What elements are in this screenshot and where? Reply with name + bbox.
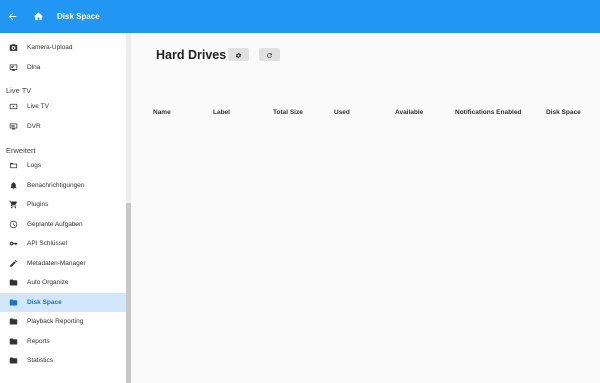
bell-icon	[8, 180, 19, 191]
column-header-disk-space[interactable]: Disk Space	[546, 109, 581, 116]
sidebar-item-label: DVR	[27, 123, 41, 130]
sidebar-item-dlna[interactable]: Dlna	[0, 58, 126, 77]
refresh-icon	[266, 46, 273, 64]
sidebar-item-statistics[interactable]: Statistics	[0, 351, 126, 370]
dvr-icon	[8, 121, 19, 132]
page-title: Hard Drives	[156, 48, 227, 62]
folder-icon	[8, 336, 19, 347]
sidebar-item-auto-organize[interactable]: Auto Organize	[0, 273, 126, 292]
folder-icon	[8, 297, 19, 308]
top-app-bar: Disk Space	[0, 0, 600, 33]
sidebar-item-label: Auto Organize	[27, 279, 69, 286]
sidebar-item-label: Benachrichtigungen	[27, 182, 85, 189]
folder-icon	[8, 277, 19, 288]
main-content: Hard Drives Name Label Total Size Used A…	[131, 33, 600, 383]
sidebar-item-api-schluessel[interactable]: API Schlüssel	[0, 234, 126, 253]
sidebar-item-label: Plugins	[27, 201, 49, 208]
sidebar-item-playback-reporting[interactable]: Playback Reporting	[0, 312, 126, 331]
arrow-left-icon[interactable]	[4, 9, 20, 25]
settings-button[interactable]	[228, 48, 249, 61]
sidebar-item-kamera-upload[interactable]: Kamera-Upload	[0, 38, 126, 57]
column-header-total-size[interactable]: Total Size	[273, 109, 303, 116]
refresh-button[interactable]	[259, 48, 280, 61]
sidebar-item-benachrichtigungen[interactable]: Benachrichtigungen	[0, 176, 126, 195]
live-tv-icon	[8, 101, 19, 112]
page-header-title: Disk Space	[57, 12, 100, 21]
sidebar-item-plugins[interactable]: Plugins	[0, 195, 126, 214]
sidebar-item-reports[interactable]: Reports	[0, 332, 126, 351]
camera-icon	[8, 42, 19, 53]
sidebar-item-label: API Schlüssel	[27, 240, 68, 247]
cast-screen-icon	[8, 62, 19, 73]
sidebar-item-label: Playback Reporting	[27, 318, 84, 325]
sidebar-item-label: Disk Space	[27, 299, 62, 306]
sidebar: Kamera-Upload Dlna Live TV Live TV DVR E…	[0, 33, 131, 383]
sidebar-item-disk-space[interactable]: Disk Space	[0, 293, 126, 312]
sidebar-item-dvr[interactable]: DVR	[0, 117, 126, 136]
column-header-used[interactable]: Used	[334, 109, 350, 116]
folder-outline-icon	[8, 160, 19, 171]
folder-icon	[8, 316, 19, 327]
sidebar-item-label: Statistics	[27, 357, 54, 364]
sidebar-item-label: Dlna	[27, 64, 41, 71]
sidebar-section-erweitert: Erweitert	[6, 146, 36, 155]
sidebar-item-metadaten-manager[interactable]: Metadaten-Manager	[0, 254, 126, 273]
sidebar-item-geplante-aufgaben[interactable]: Geplante Aufgaben	[0, 215, 126, 234]
clock-icon	[8, 219, 19, 230]
column-header-name[interactable]: Name	[153, 109, 171, 116]
sidebar-section-live-tv: Live TV	[6, 86, 32, 95]
sidebar-item-label: Geplante Aufgaben	[27, 221, 83, 228]
folder-icon	[8, 355, 19, 366]
sidebar-item-logs[interactable]: Logs	[0, 156, 126, 175]
cart-icon	[8, 199, 19, 210]
home-icon[interactable]	[30, 9, 46, 25]
sidebar-item-label: Reports	[27, 338, 50, 345]
sidebar-item-label: Logs	[27, 162, 42, 169]
column-header-notifications-enabled[interactable]: Notifications Enabled	[455, 109, 521, 116]
gear-icon	[235, 46, 242, 64]
column-header-available[interactable]: Available	[395, 109, 423, 116]
pencil-icon	[8, 258, 19, 269]
sidebar-item-live-tv[interactable]: Live TV	[0, 97, 126, 116]
column-header-label[interactable]: Label	[213, 109, 230, 116]
sidebar-item-label: Kamera-Upload	[27, 44, 73, 51]
sidebar-item-label: Live TV	[27, 103, 49, 110]
sidebar-item-label: Metadaten-Manager	[27, 260, 86, 267]
key-icon	[8, 238, 19, 249]
